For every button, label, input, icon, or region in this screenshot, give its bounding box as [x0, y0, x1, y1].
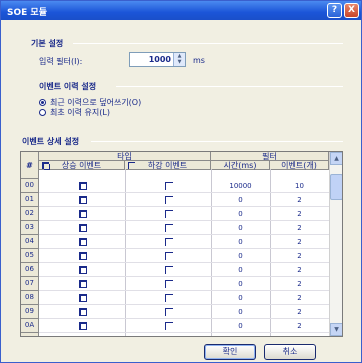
falling-event-header[interactable]: 하강 이벤트 [125, 161, 211, 170]
row-header[interactable]: 04 [21, 235, 39, 249]
row-header[interactable]: 0A [21, 319, 39, 333]
falling-event-checkbox[interactable] [165, 308, 173, 316]
type-header: 타입 [39, 152, 211, 161]
keep-first-radio-label[interactable]: 최초 이력 유지(L) [50, 107, 110, 118]
events-count-header: 이벤트(개) [270, 161, 329, 170]
falling-event-header-label: 하강 이벤트 [147, 161, 188, 170]
input-filter-label: 입력 필터(I): [39, 57, 83, 66]
events-count-cell[interactable]: 2 [270, 193, 329, 207]
time-cell[interactable]: 0 [211, 263, 270, 277]
scroll-up-icon[interactable]: ▲ [330, 152, 342, 165]
row-header[interactable]: 09 [21, 305, 39, 319]
falling-event-checkbox[interactable] [165, 336, 173, 337]
cancel-button[interactable]: 취소 [264, 344, 316, 360]
events-count-cell[interactable]: 10 [270, 179, 329, 193]
spin-down-icon[interactable]: ▼ [174, 59, 185, 65]
basic-settings-label: 기본 설정 [31, 39, 64, 48]
events-count-cell[interactable]: 2 [270, 333, 329, 336]
time-cell[interactable]: 0 [211, 193, 270, 207]
events-count-cell[interactable]: 2 [270, 277, 329, 291]
row-header[interactable]: 07 [21, 277, 39, 291]
row-header[interactable]: 01 [21, 193, 39, 207]
falling-event-checkbox[interactable] [165, 280, 173, 288]
rising-event-checkbox[interactable] [79, 224, 87, 232]
soe-module-dialog: SOE 모듈 ? X 기본 설정 입력 필터(I): 1000 ▲ ▼ ms 이… [0, 0, 362, 363]
time-cell[interactable]: 0 [211, 333, 270, 336]
time-cell[interactable]: 0 [211, 291, 270, 305]
events-count-cell[interactable]: 2 [270, 221, 329, 235]
events-count-cell[interactable]: 2 [270, 319, 329, 333]
events-count-cell[interactable]: 2 [270, 235, 329, 249]
input-filter-spinner[interactable]: 1000 ▲ ▼ [129, 52, 186, 67]
filter-unit: ms [193, 56, 205, 65]
rising-event-checkbox[interactable] [79, 280, 87, 288]
rising-event-header[interactable]: 상승 이벤트 [39, 161, 125, 170]
rising-event-checkbox[interactable] [79, 196, 87, 204]
events-count-cell[interactable]: 2 [270, 249, 329, 263]
events-count-cell[interactable]: 2 [270, 305, 329, 319]
rising-event-checkbox[interactable] [79, 308, 87, 316]
row-header[interactable]: 06 [21, 263, 39, 277]
falling-event-checkbox[interactable] [165, 224, 173, 232]
falling-all-checkbox[interactable] [128, 162, 135, 169]
events-count-cell[interactable]: 2 [270, 291, 329, 305]
group-divider [73, 43, 343, 44]
time-cell[interactable]: 0 [211, 207, 270, 221]
column-divider [125, 169, 126, 336]
rising-all-checkbox[interactable] [42, 162, 50, 170]
rising-event-checkbox[interactable] [79, 238, 87, 246]
rising-event-checkbox[interactable] [79, 294, 87, 302]
time-cell[interactable]: 0 [211, 235, 270, 249]
time-header: 시간(ms) [211, 161, 270, 170]
title-bar[interactable]: SOE 모듈 ? X [1, 1, 361, 20]
events-count-cell[interactable]: 2 [270, 207, 329, 221]
rising-event-checkbox[interactable] [79, 336, 87, 337]
time-cell[interactable]: 0 [211, 305, 270, 319]
close-button[interactable]: X [344, 3, 359, 18]
time-cell[interactable]: 0 [211, 277, 270, 291]
grid-corner: # [21, 152, 39, 179]
row-header[interactable]: 0B [21, 333, 39, 336]
rising-event-checkbox[interactable] [79, 210, 87, 218]
ok-button[interactable]: 확인 [204, 344, 256, 360]
rising-event-checkbox[interactable] [79, 252, 87, 260]
input-filter-value[interactable]: 1000 [149, 55, 171, 64]
time-cell[interactable]: 0 [211, 319, 270, 333]
falling-event-checkbox[interactable] [165, 322, 173, 330]
events-count-cell[interactable]: 2 [270, 263, 329, 277]
vertical-scrollbar[interactable]: ▲ ▼ [329, 152, 342, 336]
falling-event-checkbox[interactable] [165, 238, 173, 246]
event-history-label: 이벤트 이력 설정 [39, 82, 97, 91]
filter-header: 필터 [211, 152, 329, 161]
event-detail-grid: # 타입 필터 상승 이벤트 하강 이벤트 시간(ms) 이벤트(개) 00 10… [20, 151, 343, 337]
row-header[interactable]: 03 [21, 221, 39, 235]
falling-event-checkbox[interactable] [165, 252, 173, 260]
falling-event-checkbox[interactable] [165, 266, 173, 274]
row-header[interactable]: 05 [21, 249, 39, 263]
window-title: SOE 모듈 [7, 8, 47, 18]
rising-event-checkbox[interactable] [79, 266, 87, 274]
overwrite-radio[interactable] [39, 99, 46, 106]
group-divider [116, 86, 343, 87]
rising-event-checkbox[interactable] [79, 322, 87, 330]
scroll-down-icon[interactable]: ▼ [330, 323, 342, 336]
falling-event-checkbox[interactable] [165, 196, 173, 204]
spinner-buttons[interactable]: ▲ ▼ [173, 53, 185, 66]
row-header[interactable]: 00 [21, 179, 39, 193]
falling-event-checkbox[interactable] [165, 294, 173, 302]
time-cell[interactable]: 10000 [211, 179, 270, 193]
rising-event-header-label: 상승 이벤트 [61, 161, 102, 170]
row-header[interactable]: 08 [21, 291, 39, 305]
falling-event-checkbox[interactable] [165, 182, 173, 190]
row-header[interactable]: 02 [21, 207, 39, 221]
event-detail-label: 이벤트 상세 설정 [22, 137, 80, 146]
time-cell[interactable]: 0 [211, 221, 270, 235]
falling-event-checkbox[interactable] [165, 210, 173, 218]
time-cell[interactable]: 0 [211, 249, 270, 263]
group-divider [91, 141, 343, 142]
help-button[interactable]: ? [327, 3, 342, 18]
scrollbar-thumb[interactable] [330, 174, 342, 200]
rising-event-checkbox[interactable] [79, 182, 87, 190]
keep-first-radio[interactable] [39, 109, 46, 116]
